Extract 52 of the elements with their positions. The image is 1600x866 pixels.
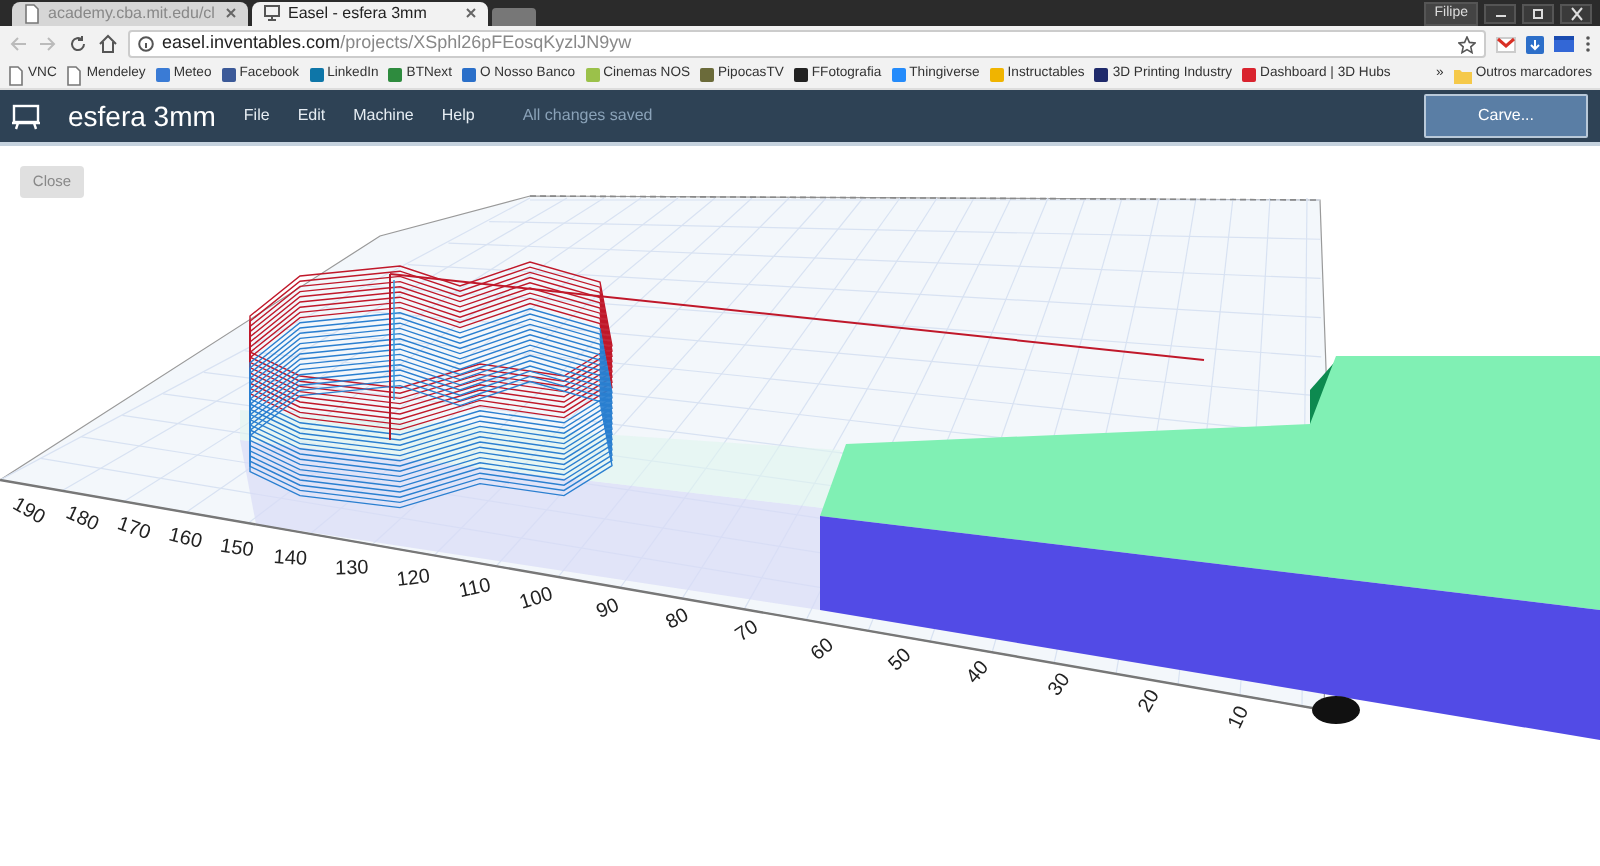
- page-icon: [66, 65, 83, 85]
- easel-icon[interactable]: [12, 102, 40, 130]
- axis-label: 40: [962, 657, 994, 689]
- axis-label: 140: [272, 547, 308, 572]
- axis-label: 110: [457, 575, 493, 604]
- axis-label: 190: [8, 493, 49, 530]
- restore-icon: [1529, 5, 1547, 21]
- origin-marker: [1312, 696, 1360, 724]
- axis-label: 50: [884, 644, 917, 677]
- menu-item[interactable]: Help: [441, 104, 475, 128]
- url-text: easel.inventables.com/projects/XSphl26pFEosqKyzlJN9yw: [162, 30, 632, 57]
- close-icon: [1567, 5, 1585, 21]
- page-icon: [8, 65, 24, 85]
- carve-button[interactable]: Carve...: [1424, 94, 1588, 138]
- tab-title: academy.cba.mit.edu/cl: [48, 2, 217, 26]
- save-status: All changes saved: [522, 104, 653, 128]
- axis-label: 170: [114, 513, 154, 546]
- axis-label: 120: [395, 566, 432, 592]
- reload-icon[interactable]: [68, 34, 88, 54]
- axis-label: 10: [1224, 703, 1255, 733]
- axis-label: 160: [166, 524, 205, 554]
- window-button[interactable]: [1522, 3, 1554, 23]
- info-icon[interactable]: [138, 36, 154, 52]
- axis-label: 20: [1134, 686, 1165, 717]
- close-icon[interactable]: [226, 8, 236, 19]
- browser-tab[interactable]: Easel - esfera 3mm: [252, 2, 488, 26]
- close-icon[interactable]: [466, 8, 476, 19]
- project-title: esfera 3mm: [68, 97, 216, 135]
- menu-item[interactable]: Edit: [297, 104, 326, 128]
- home-icon[interactable]: [98, 34, 118, 54]
- mail-icon[interactable]: [1496, 35, 1516, 53]
- folder-icon: [1453, 67, 1472, 83]
- axis-label: 90: [593, 594, 623, 624]
- axis-label: 100: [517, 583, 556, 615]
- window-button[interactable]: [1560, 3, 1592, 23]
- menu-item[interactable]: Machine: [353, 104, 414, 128]
- download-icon[interactable]: [1526, 35, 1544, 53]
- tab-title: Easel - esfera 3mm: [288, 2, 429, 26]
- axis-label: 70: [731, 616, 763, 648]
- address-field[interactable]: easel.inventables.com/projects/XSphl26pFEosqKyzlJN9yw: [128, 30, 1486, 58]
- menu-icon[interactable]: [1584, 34, 1592, 54]
- monitor-icon: [264, 4, 280, 24]
- window-button[interactable]: [1484, 3, 1516, 23]
- axis-label: 150: [218, 535, 255, 563]
- axis-label: 130: [334, 557, 369, 581]
- axis-label: 30: [1044, 669, 1076, 701]
- star-icon[interactable]: [1458, 35, 1476, 53]
- axis-label: 80: [662, 604, 693, 635]
- axis-label: 60: [807, 634, 839, 666]
- menu-item[interactable]: File: [243, 104, 270, 128]
- axis-label: 180: [62, 502, 102, 537]
- page-icon: [24, 4, 40, 24]
